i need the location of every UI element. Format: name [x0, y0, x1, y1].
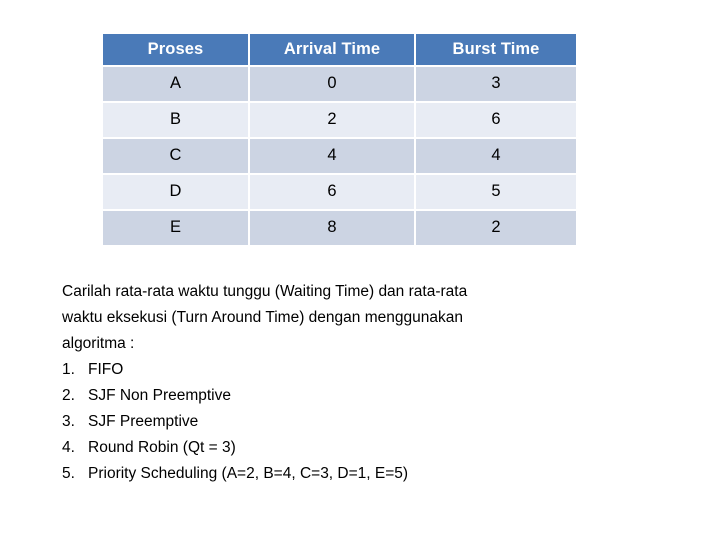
table-row: A 0 3 [103, 67, 576, 101]
cell-proses: D [103, 175, 248, 209]
table-row: D 6 5 [103, 175, 576, 209]
table-row: C 4 4 [103, 139, 576, 173]
list-item-label: Priority Scheduling (A=2, B=4, C=3, D=1,… [88, 465, 409, 482]
cell-arrival-time: 6 [250, 175, 414, 209]
cell-arrival-time: 2 [250, 103, 414, 137]
instructions-paragraph: Carilah rata-rata waktu tunggu (Waiting … [62, 279, 582, 357]
table-body: A 0 3 B 2 6 C 4 4 D 6 5 E 8 2 [103, 67, 576, 245]
list-item: 5. Priority Scheduling (A=2, B=4, C=3, D=… [62, 461, 582, 487]
list-item-label: FIFO [88, 361, 124, 378]
cell-burst-time: 3 [416, 67, 576, 101]
list-item-number: 3. [62, 413, 75, 430]
list-item-number: 2. [62, 387, 75, 404]
list-item-number: 1. [62, 361, 75, 378]
cell-burst-time: 6 [416, 103, 576, 137]
table-header: Proses Arrival Time Burst Time [103, 34, 576, 65]
cell-arrival-time: 4 [250, 139, 414, 173]
instructions-line-2: waktu eksekusi (Turn Around Time) dengan… [62, 309, 463, 326]
instructions-block: Carilah rata-rata waktu tunggu (Waiting … [62, 279, 582, 487]
table-row: E 8 2 [103, 211, 576, 245]
table-header-row: Proses Arrival Time Burst Time [103, 34, 576, 65]
process-table: Proses Arrival Time Burst Time A 0 3 B 2… [101, 32, 578, 247]
table-row: B 2 6 [103, 103, 576, 137]
cell-burst-time: 5 [416, 175, 576, 209]
list-item-label: SJF Non Preemptive [88, 387, 231, 404]
list-item-label: SJF Preemptive [88, 413, 199, 430]
cell-proses: E [103, 211, 248, 245]
column-header-burst-time: Burst Time [416, 34, 576, 65]
instructions-line-1: Carilah rata-rata waktu tunggu (Waiting … [62, 283, 468, 300]
cell-proses: A [103, 67, 248, 101]
list-item: 3. SJF Preemptive [62, 409, 582, 435]
list-item: 4. Round Robin (Qt = 3) [62, 435, 582, 461]
cell-proses: B [103, 103, 248, 137]
list-item: 1. FIFO [62, 357, 582, 383]
column-header-arrival-time: Arrival Time [250, 34, 414, 65]
list-item-label: Round Robin (Qt = 3) [88, 439, 236, 456]
cell-proses: C [103, 139, 248, 173]
list-item: 2. SJF Non Preemptive [62, 383, 582, 409]
column-header-proses: Proses [103, 34, 248, 65]
list-item-number: 4. [62, 439, 75, 456]
cell-burst-time: 2 [416, 211, 576, 245]
instructions-line-3: algoritma : [62, 335, 135, 352]
list-item-number: 5. [62, 465, 75, 482]
cell-arrival-time: 8 [250, 211, 414, 245]
algorithm-list: 1. FIFO 2. SJF Non Preemptive 3. SJF Preemp… [62, 357, 582, 487]
cell-arrival-time: 0 [250, 67, 414, 101]
cell-burst-time: 4 [416, 139, 576, 173]
slide-canvas: Proses Arrival Time Burst Time A 0 3 B 2… [0, 0, 720, 540]
process-table-container: Proses Arrival Time Burst Time A 0 3 B 2… [103, 34, 576, 245]
